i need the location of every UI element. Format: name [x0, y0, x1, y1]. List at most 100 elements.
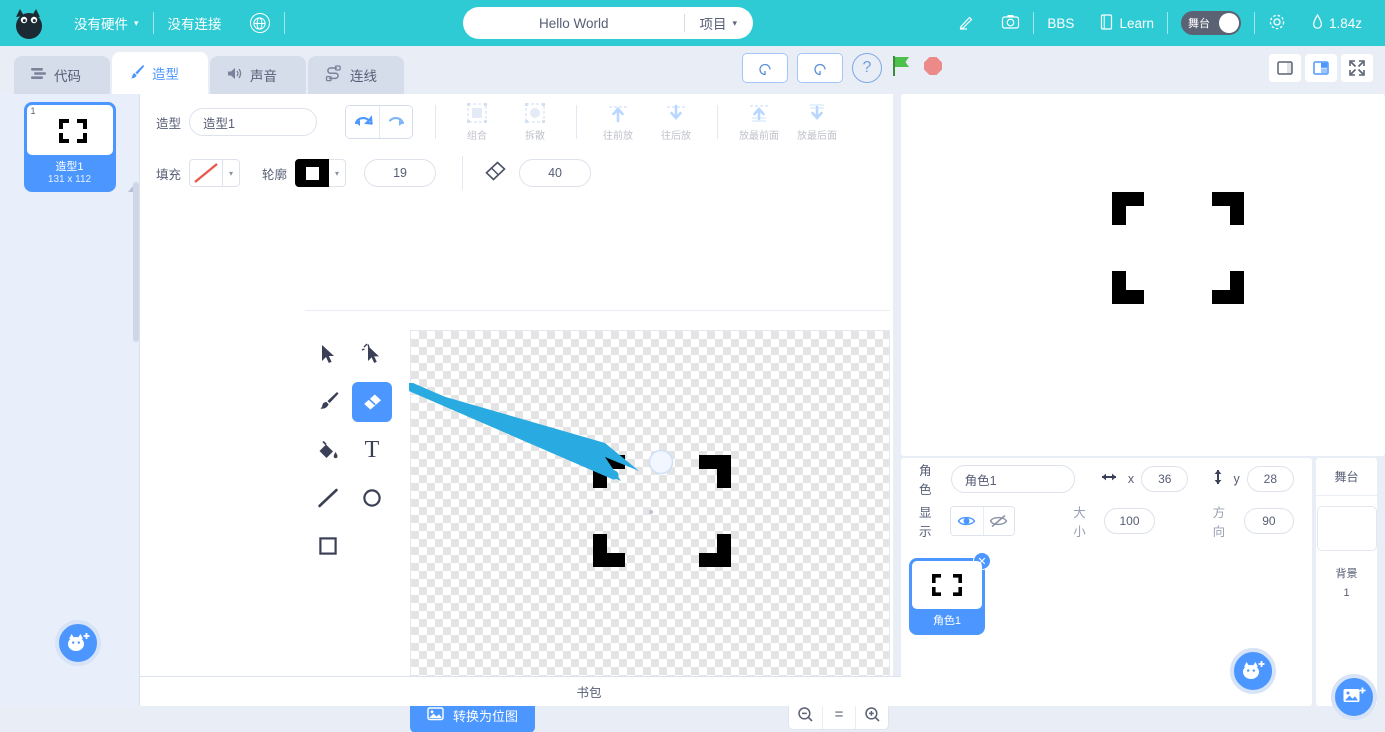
back-button-label: 放最后面 [797, 131, 838, 142]
ungroup-button[interactable]: 拆散 [506, 102, 564, 142]
learn-link[interactable]: Learn [1087, 13, 1167, 33]
ungroup-button-label: 拆散 [525, 131, 546, 142]
menu-bar: 没有硬件 ▾ 没有连接 Hello World 项目 ▾ BBS Learn 舞… [0, 0, 1385, 46]
sprite-card-name: 角色1 [932, 615, 962, 627]
globe-icon [249, 13, 270, 33]
costume-name-input[interactable]: 造型1 [189, 108, 318, 136]
tool-palette: T [308, 334, 396, 566]
image-icon [427, 706, 444, 724]
project-menu[interactable]: 项目 ▾ [685, 13, 753, 33]
add-backdrop-button[interactable] [1331, 674, 1377, 720]
x-arrow-icon [1099, 470, 1119, 488]
eraser-tool[interactable] [352, 382, 392, 422]
visibility-toggle [950, 506, 1016, 536]
tab-sounds-label: 声音 [250, 69, 277, 84]
outline-width-input[interactable]: 19 [364, 159, 437, 187]
costume-scrollbar[interactable] [133, 182, 139, 702]
wiring-icon [324, 65, 343, 85]
text-tool[interactable]: T [352, 430, 392, 470]
fill-tool[interactable] [308, 430, 348, 470]
eraser-size-input[interactable]: 40 [519, 159, 592, 187]
stage-selector-panel: 舞台 背景 1 [1316, 458, 1377, 720]
scrollbar-thumb[interactable] [133, 182, 139, 342]
backdrop-count: 1 [1343, 587, 1350, 599]
group-button[interactable]: 组合 [448, 102, 506, 142]
front-button[interactable]: 放最前面 [730, 102, 788, 142]
bbs-link[interactable]: BBS [1034, 16, 1087, 31]
toolbar-divider-1 [435, 105, 437, 139]
paint-canvas[interactable] [409, 330, 890, 690]
outline-swatch-inner [305, 166, 319, 180]
y-input[interactable]: 28 [1246, 466, 1295, 492]
costume-thumbnail: 1 [26, 105, 113, 155]
fill-dropdown[interactable]: ▾ [223, 159, 241, 187]
back-button[interactable]: 放最后面 [788, 102, 846, 142]
version-info[interactable]: 1.84z [1299, 13, 1375, 33]
undo-button[interactable] [346, 106, 380, 138]
stage-preview[interactable] [901, 94, 1385, 456]
reshape-tool[interactable] [352, 334, 392, 374]
help-button[interactable]: ? [852, 53, 882, 83]
line-tool[interactable] [308, 478, 348, 518]
backward-button-label: 往后放 [661, 131, 692, 142]
tab-sounds[interactable]: 声音 [210, 56, 306, 94]
tab-code[interactable]: 代码 [14, 56, 110, 94]
show-on-button[interactable] [951, 507, 983, 535]
hardware-menu-label: 没有硬件 [74, 17, 128, 32]
y-arrow-icon [1212, 467, 1224, 492]
stop-button[interactable] [922, 55, 944, 82]
hardware-menu[interactable]: 没有硬件 ▾ [60, 13, 153, 33]
add-sprite-button[interactable] [1230, 648, 1277, 694]
playback-controls: ? [742, 53, 944, 83]
brush-tool[interactable] [308, 382, 348, 422]
show-off-button[interactable] [982, 507, 1015, 535]
x-input[interactable]: 36 [1141, 466, 1189, 492]
stage-visibility-toggle[interactable]: 舞台 [1168, 11, 1254, 35]
sprite-card-thumbnail [912, 561, 982, 609]
camera-button[interactable] [988, 13, 1033, 33]
settings-button[interactable] [1255, 13, 1299, 34]
connection-menu[interactable]: 没有连接 [154, 13, 236, 33]
project-title-bar: Hello World 项目 ▾ [463, 7, 753, 39]
sprite-card[interactable]: ✕ 角色1 [909, 552, 991, 635]
pointer-arrow-annotation [409, 383, 639, 481]
fullscreen-button[interactable] [1341, 54, 1373, 82]
right-column: 角色 角色1 x 36 y 28 显示 大小 100 方向 90 ✕ 角色1 舞… [893, 94, 1385, 720]
forward-button[interactable]: 往前放 [589, 102, 647, 142]
book-icon [1100, 13, 1113, 33]
style-divider [462, 156, 464, 190]
circle-tool[interactable] [352, 478, 392, 518]
sprite-name-input[interactable]: 角色1 [950, 465, 1075, 493]
rotate-cw-button[interactable] [797, 53, 843, 83]
project-name-input[interactable]: Hello World [463, 16, 684, 31]
select-tool[interactable] [308, 334, 348, 374]
toolbar-divider-3 [717, 105, 719, 139]
redo-button[interactable] [379, 106, 413, 138]
tab-wiring[interactable]: 连线 [308, 56, 404, 94]
tab-costumes[interactable]: 造型 [112, 52, 208, 94]
backdrop-thumbnail[interactable] [1316, 506, 1377, 551]
green-flag-button[interactable] [891, 54, 913, 83]
rect-tool[interactable] [308, 526, 348, 566]
app-logo[interactable] [10, 4, 48, 42]
outline-swatch[interactable] [295, 159, 330, 187]
direction-input[interactable]: 90 [1243, 508, 1294, 534]
undo-redo-group [345, 105, 414, 139]
text-tool-glyph: T [364, 436, 380, 463]
sprite-row-1: 角色 角色1 x 36 y 28 [901, 458, 1312, 500]
costume-list-item[interactable]: 1 造型1 131 x 112 [23, 102, 116, 192]
small-stage-button[interactable] [1269, 54, 1301, 82]
edit-icon [958, 13, 975, 33]
eraser-icon [483, 160, 507, 187]
language-menu[interactable] [236, 13, 284, 33]
group-button-label: 组合 [467, 131, 488, 142]
edit-button[interactable] [945, 13, 988, 33]
backward-button[interactable]: 往后放 [647, 102, 705, 142]
outline-dropdown[interactable]: ▾ [329, 159, 347, 187]
size-input[interactable]: 100 [1104, 508, 1155, 534]
rotate-ccw-button[interactable] [742, 53, 788, 83]
version-label: 1.84z [1328, 15, 1362, 31]
add-costume-button[interactable] [55, 620, 101, 666]
fill-swatch[interactable] [189, 159, 224, 187]
large-stage-button[interactable] [1305, 54, 1337, 82]
